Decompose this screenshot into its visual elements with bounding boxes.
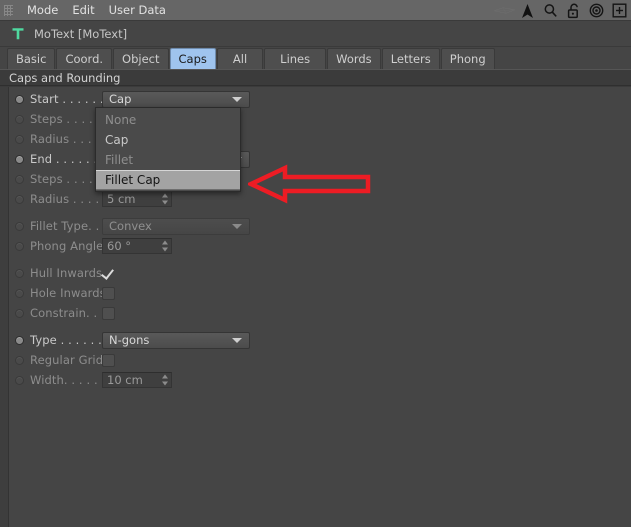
row-width: Width. . . . . . . 10 cm xyxy=(9,370,631,390)
dropdown-option-fillet[interactable]: Fillet xyxy=(96,150,240,170)
animate-bullet-hull-inwards[interactable] xyxy=(15,268,24,278)
animate-bullet-start[interactable] xyxy=(15,94,24,104)
row-type: Type . . . . . . . . N-gons xyxy=(9,330,631,350)
drag-grip-icon[interactable] xyxy=(4,4,13,16)
row-regular-grid: Regular Grid xyxy=(9,350,631,370)
animate-bullet-start-radius[interactable] xyxy=(15,134,24,144)
start-cap-dropdown-menu[interactable]: None Cap Fillet Fillet Cap xyxy=(95,107,241,192)
label-constrain: Constrain. . . xyxy=(30,306,102,320)
label-phong-angle: Phong Angle xyxy=(30,239,102,253)
tab-basic[interactable]: Basic xyxy=(7,48,56,69)
chevron-down-icon xyxy=(232,338,242,343)
label-type: Type . . . . . . . . xyxy=(30,333,102,347)
phong-angle-value: 60 ° xyxy=(107,239,132,253)
object-title-row: MoText [MoText] xyxy=(0,21,631,47)
label-fillet-type: Fillet Type. . . xyxy=(30,219,102,233)
target-icon[interactable] xyxy=(585,0,608,21)
tab-coord[interactable]: Coord. xyxy=(56,48,113,69)
row-constrain: Constrain. . . xyxy=(9,303,631,323)
animate-bullet-hole-inwards[interactable] xyxy=(15,288,24,298)
group-header-caps-and-rounding: Caps and Rounding xyxy=(0,69,631,86)
menu-item-edit[interactable]: Edit xyxy=(65,1,101,20)
tab-phong[interactable]: Phong xyxy=(440,48,495,69)
arrow-cursor-icon[interactable] xyxy=(516,0,539,21)
type-value: N-gons xyxy=(109,333,150,347)
label-end-steps: Steps . . . . . . xyxy=(30,172,102,186)
label-width: Width. . . . . . . xyxy=(30,373,102,387)
row-fillet-type: Fillet Type. . . Convex xyxy=(9,216,631,236)
animate-bullet-regular-grid[interactable] xyxy=(15,355,24,365)
start-cap-value: Cap xyxy=(109,92,132,106)
tab-object[interactable]: Object xyxy=(113,48,169,69)
label-start-steps: Steps . . . . . . xyxy=(30,112,102,126)
end-radius-input[interactable]: 5 cm xyxy=(102,191,172,207)
animate-bullet-constrain[interactable] xyxy=(15,308,24,318)
tab-words[interactable]: Words xyxy=(327,48,381,69)
constrain-checkbox[interactable] xyxy=(102,306,115,320)
stepper-icon[interactable] xyxy=(161,193,168,205)
fillet-type-combo[interactable]: Convex xyxy=(102,217,250,235)
phong-angle-input[interactable]: 60 ° xyxy=(102,238,172,254)
row-hole-inwards: Hole Inwards xyxy=(9,283,631,303)
row-start: Start . . . . . . . Cap xyxy=(9,89,631,109)
menu-bar-icon-group xyxy=(493,0,631,21)
motext-t-icon xyxy=(10,26,25,42)
animate-bullet-end-radius[interactable] xyxy=(15,194,24,204)
label-hull-inwards: Hull Inwards xyxy=(30,266,102,280)
animate-bullet-phong-angle[interactable] xyxy=(15,241,24,251)
tab-all[interactable]: All xyxy=(216,48,264,69)
label-start-radius: Radius . . . . . xyxy=(30,132,102,146)
tab-strip: Basic Coord. Object Caps All Lines Words… xyxy=(0,47,631,69)
menu-item-mode[interactable]: Mode xyxy=(20,1,65,20)
type-combo[interactable]: N-gons xyxy=(102,331,250,349)
stepper-icon[interactable] xyxy=(161,240,168,252)
hole-inwards-checkbox[interactable] xyxy=(102,286,115,300)
dropdown-option-cap[interactable]: Cap xyxy=(96,130,240,150)
animate-bullet-start-steps[interactable] xyxy=(15,114,24,124)
menu-bar: Mode Edit User Data xyxy=(0,0,631,21)
label-end-radius: Radius . . . . . xyxy=(30,192,102,206)
regular-grid-checkbox[interactable] xyxy=(102,353,115,367)
layer-ghost-icon[interactable] xyxy=(493,0,516,21)
label-hole-inwards: Hole Inwards xyxy=(30,286,102,300)
animate-bullet-fillet-type[interactable] xyxy=(15,221,24,231)
row-hull-inwards: Hull Inwards xyxy=(9,263,631,283)
tab-lines[interactable]: Lines xyxy=(264,48,327,69)
end-radius-value: 5 cm xyxy=(107,192,136,206)
dropdown-option-fillet-cap[interactable]: Fillet Cap xyxy=(96,170,240,190)
animate-bullet-type[interactable] xyxy=(15,335,24,345)
label-regular-grid: Regular Grid xyxy=(30,353,102,367)
width-value: 10 cm xyxy=(107,373,143,387)
animate-bullet-end[interactable] xyxy=(15,154,24,164)
fillet-type-value: Convex xyxy=(109,219,152,233)
label-start: Start . . . . . . . xyxy=(30,92,102,106)
row-end-radius: Radius . . . . . 5 cm xyxy=(9,189,631,209)
hull-inwards-checkbox[interactable] xyxy=(102,267,116,280)
chevron-down-icon xyxy=(232,97,242,102)
new-window-icon[interactable] xyxy=(608,0,631,21)
width-input[interactable]: 10 cm xyxy=(102,372,172,388)
page-title: MoText [MoText] xyxy=(34,26,128,41)
panel-left-gutter xyxy=(0,87,9,527)
label-end: End . . . . . . . . xyxy=(30,152,102,166)
start-cap-combo[interactable]: Cap xyxy=(102,90,250,108)
tab-caps[interactable]: Caps xyxy=(169,48,216,69)
animate-bullet-width[interactable] xyxy=(15,375,24,385)
animate-bullet-end-steps[interactable] xyxy=(15,174,24,184)
row-phong-angle: Phong Angle 60 ° xyxy=(9,236,631,256)
menu-item-user-data[interactable]: User Data xyxy=(102,1,173,20)
chevron-down-icon xyxy=(232,224,242,229)
lock-open-icon[interactable] xyxy=(562,0,585,21)
search-icon[interactable] xyxy=(539,0,562,21)
dropdown-option-none[interactable]: None xyxy=(96,110,240,130)
tab-letters[interactable]: Letters xyxy=(381,48,440,69)
stepper-icon[interactable] xyxy=(161,374,168,386)
